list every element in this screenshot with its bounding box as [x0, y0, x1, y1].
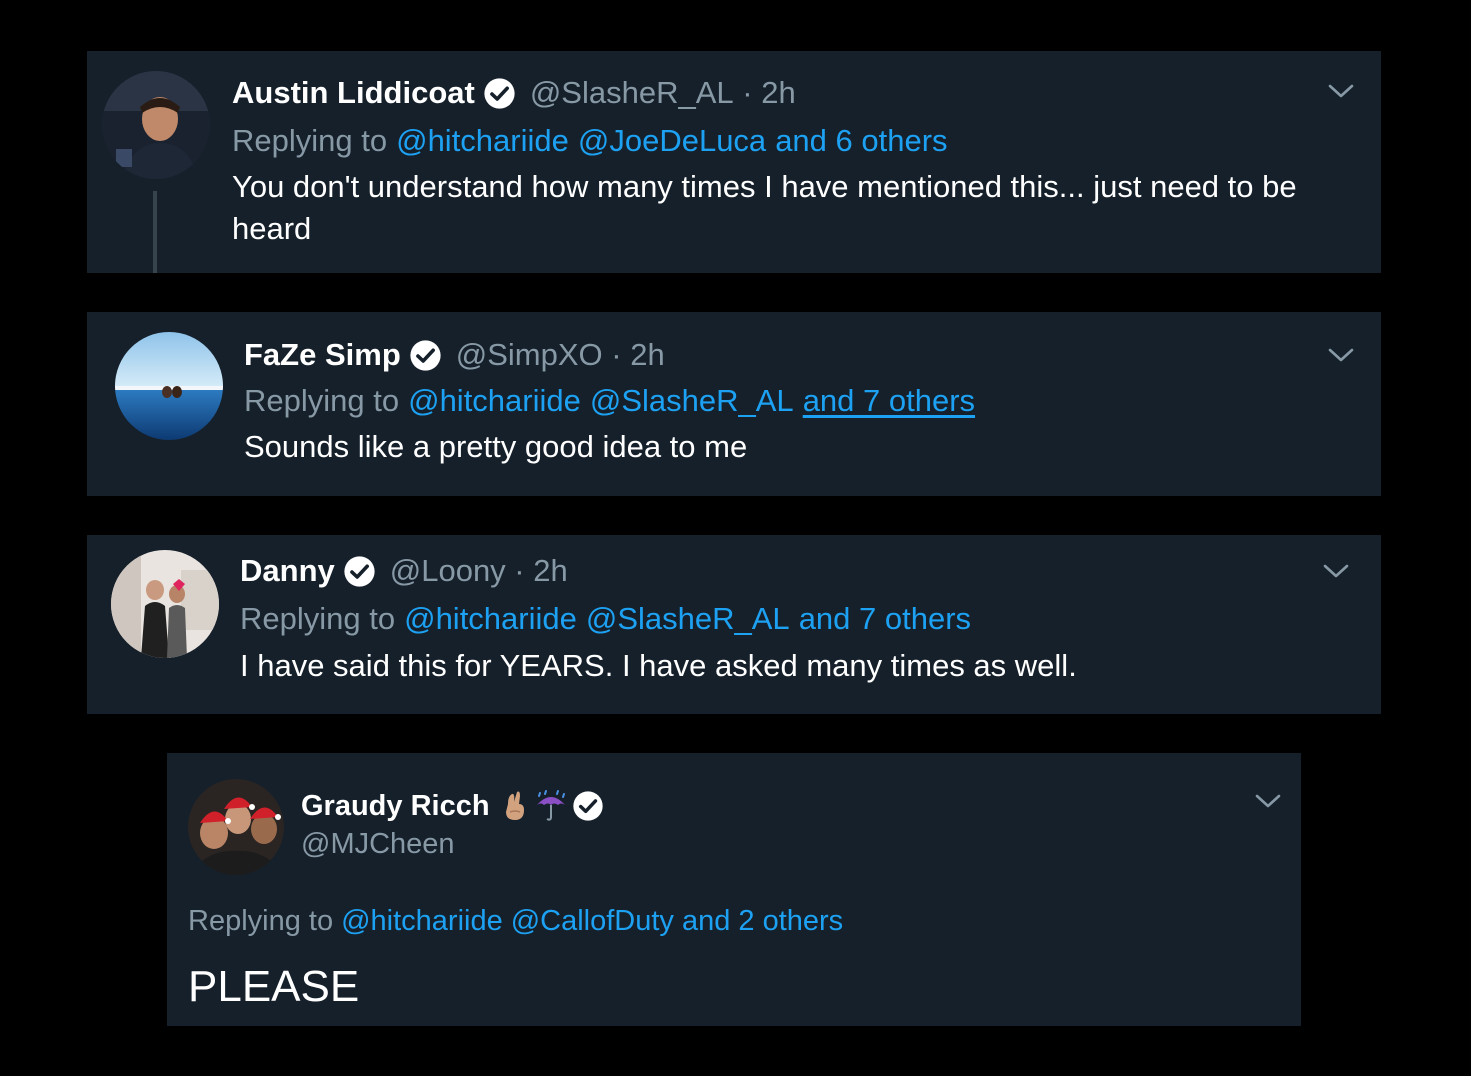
- avatar[interactable]: [188, 779, 284, 875]
- chevron-down-icon[interactable]: [1327, 81, 1355, 101]
- chevron-down-icon[interactable]: [1254, 791, 1282, 811]
- tweet-header: FaZe Simp @SimpXO · 2h: [244, 335, 665, 375]
- tweet-card-focused[interactable]: Graudy Ricch @MJCheen Replying to @hitch…: [167, 753, 1301, 1026]
- timestamp[interactable]: 2h: [533, 553, 567, 589]
- others-link[interactable]: and 7 others: [799, 601, 971, 637]
- timestamp[interactable]: 2h: [761, 75, 795, 111]
- replying-to: Replying to @hitchariide @JoeDeLuca and …: [232, 121, 948, 161]
- avatar[interactable]: [111, 550, 219, 658]
- mention-link[interactable]: @JoeDeLuca: [578, 123, 766, 159]
- tweet-header: Danny @Loony · 2h: [240, 551, 568, 591]
- chevron-down-icon[interactable]: [1327, 345, 1355, 365]
- replying-to-label: Replying to: [232, 123, 388, 158]
- verified-badge-icon: [409, 339, 442, 372]
- display-name[interactable]: Danny: [240, 553, 335, 589]
- replying-to: Replying to @hitchariide @SlasheR_AL and…: [240, 599, 971, 639]
- mention-link[interactable]: @hitchariide: [404, 601, 577, 637]
- verified-badge-icon: [343, 555, 376, 588]
- tweet-card[interactable]: FaZe Simp @SimpXO · 2h Replying to @hitc…: [87, 312, 1381, 496]
- replying-to: Replying to @hitchariide @SlasheR_AL and…: [244, 381, 975, 421]
- verified-badge-icon: [483, 77, 516, 110]
- timestamp[interactable]: 2h: [630, 337, 664, 373]
- separator: ·: [602, 337, 631, 372]
- replying-to-label: Replying to: [240, 601, 396, 636]
- mention-link[interactable]: @hitchariide: [408, 383, 581, 419]
- display-name[interactable]: FaZe Simp: [244, 337, 401, 373]
- tweet-text: You don't understand how many times I ha…: [232, 169, 1297, 246]
- mention-link[interactable]: @CallofDuty: [511, 905, 674, 938]
- replying-to-label: Replying to: [244, 383, 400, 418]
- others-link[interactable]: and 6 others: [775, 123, 947, 159]
- mention-link[interactable]: @hitchariide: [341, 905, 503, 938]
- replying-to-label: Replying to: [188, 904, 334, 937]
- display-name[interactable]: Graudy Ricch: [301, 790, 490, 823]
- tweet-text: PLEASE: [188, 962, 360, 1011]
- tweet-handle-row: @MJCheen: [301, 825, 455, 863]
- tweet-card[interactable]: Austin Liddicoat @SlasheR_AL · 2h Replyi…: [87, 51, 1381, 273]
- tweet-card[interactable]: Danny @Loony · 2h Replying to @hitcharii…: [87, 535, 1381, 714]
- tweet-header: Graudy Ricch: [301, 787, 604, 825]
- handle[interactable]: @Loony: [390, 553, 506, 589]
- tweet-text: Sounds like a pretty good idea to me: [244, 429, 748, 464]
- mention-link[interactable]: @hitchariide: [396, 123, 569, 159]
- others-link[interactable]: and 2 others: [682, 905, 843, 938]
- mention-link[interactable]: @SlasheR_AL: [590, 383, 794, 419]
- handle[interactable]: @SimpXO: [456, 337, 603, 373]
- verified-badge-icon: [572, 790, 604, 822]
- chevron-down-icon[interactable]: [1322, 561, 1350, 581]
- mention-link[interactable]: @SlasheR_AL: [586, 601, 790, 637]
- replying-to: Replying to @hitchariide @CallofDuty and…: [188, 902, 843, 940]
- handle[interactable]: @MJCheen: [301, 828, 455, 861]
- others-link[interactable]: and 7 others: [803, 383, 975, 419]
- separator: ·: [733, 75, 762, 110]
- avatar[interactable]: [102, 71, 210, 179]
- avatar[interactable]: [115, 332, 223, 440]
- handle[interactable]: @SlasheR_AL: [530, 75, 734, 111]
- thread-line: [153, 191, 157, 273]
- umbrella-rain-emoji-icon: [534, 789, 568, 823]
- tweet-text: I have said this for YEARS. I have asked…: [240, 648, 1077, 683]
- tweet-header: Austin Liddicoat @SlasheR_AL · 2h: [232, 73, 796, 113]
- display-name[interactable]: Austin Liddicoat: [232, 75, 475, 111]
- separator: ·: [505, 553, 534, 588]
- crossed-fingers-emoji-icon: [502, 790, 528, 822]
